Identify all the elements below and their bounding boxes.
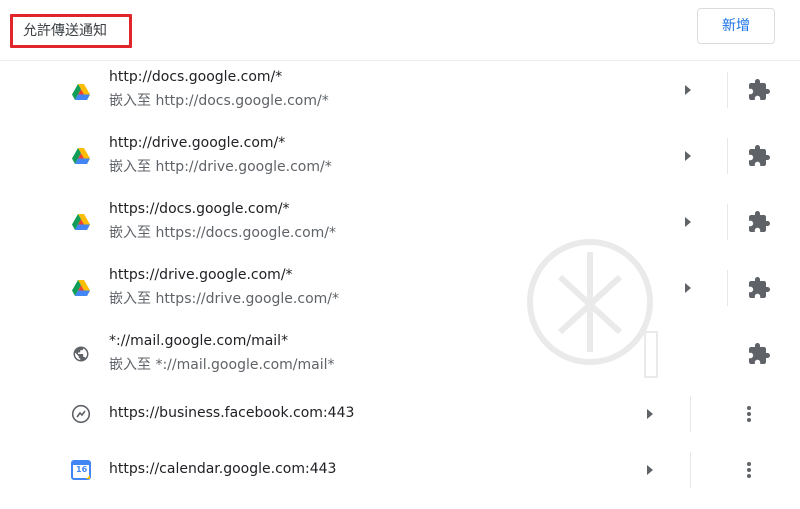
extension-icon[interactable] — [747, 276, 771, 300]
expand-arrow-icon[interactable] — [678, 212, 698, 232]
expand-arrow-icon[interactable] — [678, 146, 698, 166]
site-origin: https://docs.google.com/* — [109, 201, 290, 217]
embedded-origin: 嵌入至 https://docs.google.com/* — [109, 225, 337, 241]
expand-arrow-icon[interactable] — [640, 404, 660, 424]
globe-icon — [70, 343, 92, 365]
site-row[interactable]: 16 https://calendar.google.com:443 — [0, 447, 800, 492]
calendar-day-label: 16 — [76, 465, 88, 474]
google-drive-icon — [70, 81, 92, 103]
embedded-origin: 嵌入至 http://drive.google.com/* — [109, 159, 332, 175]
site-row[interactable]: https://drive.google.com/* 嵌入至 https://d… — [0, 263, 800, 325]
expand-arrow-icon[interactable] — [678, 80, 698, 100]
site-row[interactable]: *://mail.google.com/mail* 嵌入至 *://mail.g… — [0, 329, 800, 391]
site-origin: *://mail.google.com/mail* — [109, 333, 289, 349]
divider — [727, 72, 728, 108]
embedded-origin: 嵌入至 *://mail.google.com/mail* — [109, 357, 335, 373]
more-vert-icon[interactable] — [739, 460, 759, 480]
site-row[interactable]: http://docs.google.com/* 嵌入至 http://docs… — [0, 65, 800, 127]
site-row[interactable]: http://drive.google.com/* 嵌入至 http://dri… — [0, 131, 800, 193]
site-origin: https://drive.google.com/* — [109, 267, 293, 283]
extension-icon[interactable] — [747, 210, 771, 234]
site-origin: http://docs.google.com/* — [109, 69, 283, 85]
site-origin: https://calendar.google.com:443 — [109, 461, 337, 477]
embedded-origin: 嵌入至 http://docs.google.com/* — [109, 93, 329, 109]
divider — [727, 270, 728, 306]
messenger-icon — [70, 403, 92, 425]
section-title: 允許傳送通知 — [10, 14, 132, 48]
divider — [0, 60, 800, 61]
add-site-button[interactable]: 新增 — [697, 8, 775, 44]
google-drive-icon — [70, 277, 92, 299]
extension-icon[interactable] — [747, 342, 771, 366]
google-drive-icon — [70, 211, 92, 233]
google-calendar-icon: 16 — [70, 459, 92, 481]
divider — [690, 396, 691, 432]
extension-icon[interactable] — [747, 78, 771, 102]
site-row[interactable]: https://business.facebook.com:443 — [0, 391, 800, 436]
site-origin: http://drive.google.com/* — [109, 135, 286, 151]
section-header: 允許傳送通知 新增 — [0, 0, 800, 60]
site-origin: https://business.facebook.com:443 — [109, 405, 355, 421]
extension-icon[interactable] — [747, 144, 771, 168]
more-vert-icon[interactable] — [739, 404, 759, 424]
google-drive-icon — [70, 145, 92, 167]
divider — [727, 138, 728, 174]
divider — [690, 452, 691, 488]
embedded-origin: 嵌入至 https://drive.google.com/* — [109, 291, 339, 307]
expand-arrow-icon[interactable] — [640, 460, 660, 480]
divider — [727, 204, 728, 240]
expand-arrow-icon[interactable] — [678, 278, 698, 298]
site-row[interactable]: https://docs.google.com/* 嵌入至 https://do… — [0, 197, 800, 259]
